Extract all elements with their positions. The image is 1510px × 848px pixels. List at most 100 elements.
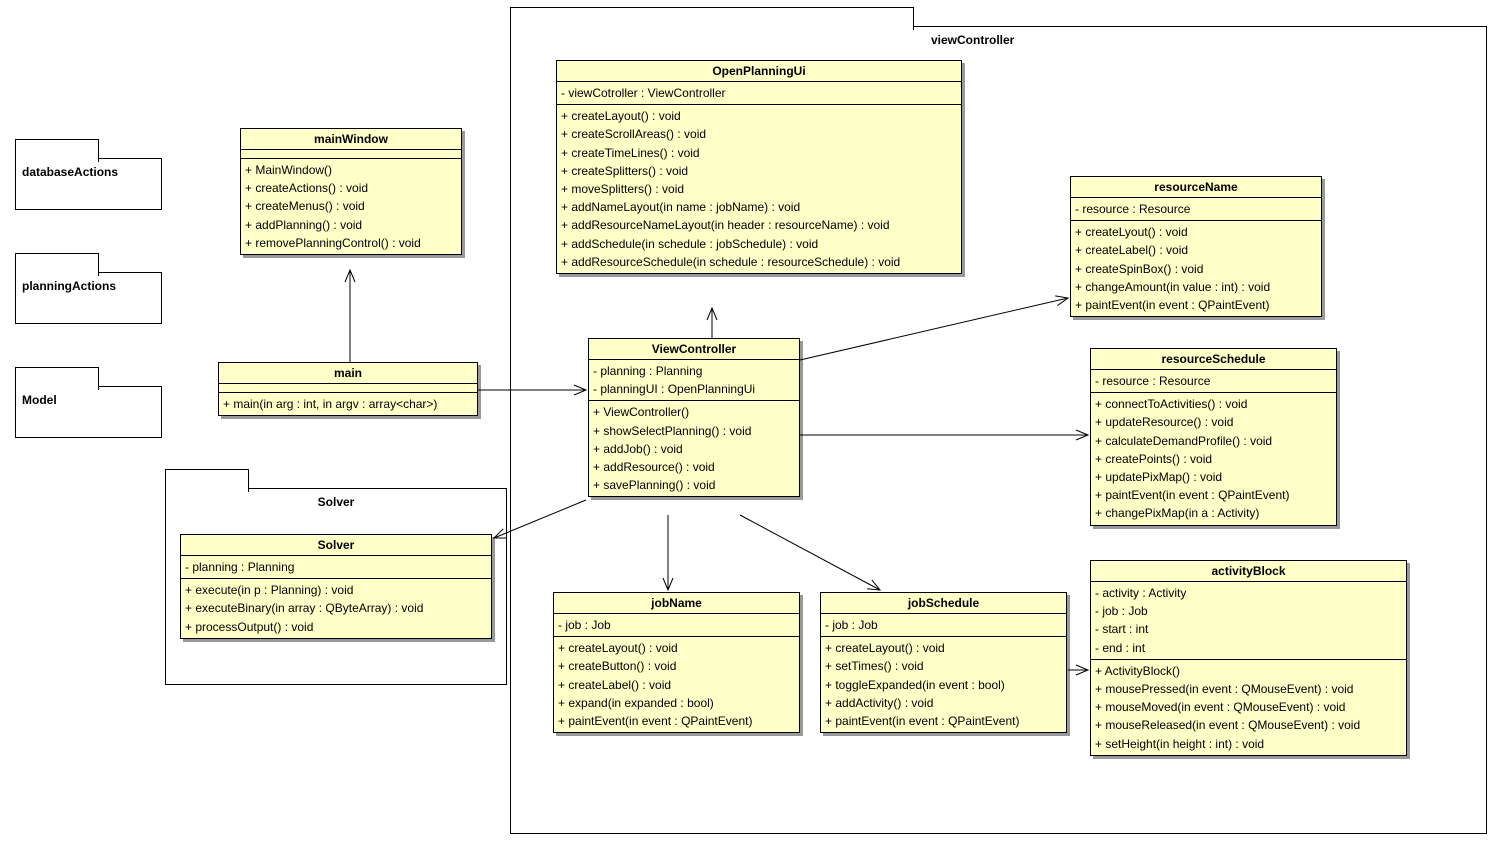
class-attr: - resource : Resource (1095, 372, 1332, 390)
class-attr: - viewCotroller : ViewController (561, 84, 957, 102)
class-attrs: - viewCotroller : ViewController (557, 82, 961, 105)
class-title: jobSchedule (821, 593, 1066, 614)
class-resourceName: resourceName - resource : Resource + cre… (1070, 176, 1322, 317)
class-op: + paintEvent(in event : QPaintEvent) (558, 712, 795, 730)
class-op: + createActions() : void (245, 179, 457, 197)
class-resourceSchedule: resourceSchedule - resource : Resource +… (1090, 348, 1337, 526)
class-attr: - job : Job (558, 616, 795, 634)
class-attrs: - job : Job (821, 614, 1066, 637)
class-op: + createButton() : void (558, 657, 795, 675)
class-op: + changeAmount(in value : int) : void (1075, 278, 1317, 296)
class-attr: - planningUI : OpenPlanningUi (593, 380, 795, 398)
class-title: Solver (181, 535, 491, 556)
class-op: + setTimes() : void (825, 657, 1062, 675)
class-attr: - activity : Activity (1095, 584, 1402, 602)
package-tab (165, 469, 249, 492)
class-ops: + createLayout() : void+ createScrollAre… (557, 105, 961, 273)
class-ops: + MainWindow()+ createActions() : void+ … (241, 159, 461, 254)
package-tab (15, 139, 99, 162)
class-op: + addResourceNameLayout(in header : reso… (561, 216, 957, 234)
class-op: + mouseReleased(in event : QMouseEvent) … (1095, 716, 1402, 734)
class-title: OpenPlanningUi (557, 61, 961, 82)
package-label: viewController (931, 33, 1014, 47)
class-ops: + ActivityBlock()+ mousePressed(in event… (1091, 660, 1406, 755)
class-op: + updatePixMap() : void (1095, 468, 1332, 486)
class-ops: + ViewController()+ showSelectPlanning()… (589, 401, 799, 496)
class-op: + addSchedule(in schedule : jobSchedule)… (561, 235, 957, 253)
class-op: + calculateDemandProfile() : void (1095, 432, 1332, 450)
class-openPlanningUi: OpenPlanningUi - viewCotroller : ViewCon… (556, 60, 962, 274)
class-ops: + execute(in p : Planning) : void+ execu… (181, 579, 491, 638)
class-op: + connectToActivities() : void (1095, 395, 1332, 413)
class-ops: + connectToActivities() : void+ updateRe… (1091, 393, 1336, 524)
class-title: jobName (554, 593, 799, 614)
package-tab (15, 253, 99, 276)
class-op: + MainWindow() (245, 161, 457, 179)
class-op: + toggleExpanded(in event : bool) (825, 676, 1062, 694)
class-attrs: - job : Job (554, 614, 799, 637)
class-op: + paintEvent(in event : QPaintEvent) (1075, 296, 1317, 314)
class-op: + addJob() : void (593, 440, 795, 458)
class-attr: - planning : Planning (185, 558, 487, 576)
class-attrs: - planning : Planning- planningUI : Open… (589, 360, 799, 401)
class-op: + removePlanningControl() : void (245, 234, 457, 252)
class-op: + mouseMoved(in event : QMouseEvent) : v… (1095, 698, 1402, 716)
class-attrs: - resource : Resource (1071, 198, 1321, 221)
class-op: + createPoints() : void (1095, 450, 1332, 468)
class-title: main (219, 363, 477, 384)
class-op: + createLayout() : void (561, 107, 957, 125)
class-attr: - end : int (1095, 639, 1402, 657)
class-attrs: - resource : Resource (1091, 370, 1336, 393)
package-label: databaseActions (16, 159, 161, 185)
class-attrs (241, 150, 461, 159)
class-attrs (219, 384, 477, 393)
class-op: + createScrollAreas() : void (561, 125, 957, 143)
class-ops: + createLayout() : void+ setTimes() : vo… (821, 637, 1066, 732)
package-label: planningActions (16, 273, 161, 299)
class-op: + addActivity() : void (825, 694, 1062, 712)
class-op: + createSpinBox() : void (1075, 260, 1317, 278)
package-databaseActions: databaseActions (15, 158, 162, 210)
class-op: + createLabel() : void (1075, 241, 1317, 259)
class-op: + createLyout() : void (1075, 223, 1317, 241)
class-op: + addResourceSchedule(in schedule : reso… (561, 253, 957, 271)
class-op: + changePixMap(in a : Activity) (1095, 504, 1332, 522)
class-attr: - start : int (1095, 620, 1402, 638)
class-op: + createMenus() : void (245, 197, 457, 215)
class-jobSchedule: jobSchedule - job : Job + createLayout()… (820, 592, 1067, 733)
class-op: + updateResource() : void (1095, 413, 1332, 431)
class-op: + moveSplitters() : void (561, 180, 957, 198)
class-ops: + createLyout() : void+ createLabel() : … (1071, 221, 1321, 316)
class-attrs: - planning : Planning (181, 556, 491, 579)
class-op: + main(in arg : int, in argv : array<cha… (223, 395, 473, 413)
class-op: + ActivityBlock() (1095, 662, 1402, 680)
class-ops: + createLayout() : void+ createButton() … (554, 637, 799, 732)
package-tab (510, 7, 914, 30)
class-op: + expand(in expanded : bool) (558, 694, 795, 712)
package-label: Solver (166, 489, 506, 515)
class-mainWindow: mainWindow + MainWindow()+ createActions… (240, 128, 462, 255)
class-op: + setHeight(in height : int) : void (1095, 735, 1402, 753)
class-attrs: - activity : Activity- job : Job- start … (1091, 582, 1406, 660)
class-solver: Solver - planning : Planning + execute(i… (180, 534, 492, 639)
class-activityBlock: activityBlock - activity : Activity- job… (1090, 560, 1407, 756)
class-op: + processOutput() : void (185, 618, 487, 636)
package-label: Model (16, 387, 161, 413)
class-attr: - planning : Planning (593, 362, 795, 380)
class-viewController: ViewController - planning : Planning- pl… (588, 338, 800, 497)
class-title: ViewController (589, 339, 799, 360)
class-op: + createTimeLines() : void (561, 144, 957, 162)
class-op: + addResource() : void (593, 458, 795, 476)
class-op: + showSelectPlanning() : void (593, 422, 795, 440)
class-op: + paintEvent(in event : QPaintEvent) (1095, 486, 1332, 504)
package-planningActions: planningActions (15, 272, 162, 324)
class-title: resourceName (1071, 177, 1321, 198)
class-op: + addPlanning() : void (245, 216, 457, 234)
class-jobName: jobName - job : Job + createLayout() : v… (553, 592, 800, 733)
class-op: + createLayout() : void (825, 639, 1062, 657)
class-op: + addNameLayout(in name : jobName) : voi… (561, 198, 957, 216)
class-op: + mousePressed(in event : QMouseEvent) :… (1095, 680, 1402, 698)
class-op: + executeBinary(in array : QByteArray) :… (185, 599, 487, 617)
class-attr: - job : Job (825, 616, 1062, 634)
class-attr: - job : Job (1095, 602, 1402, 620)
